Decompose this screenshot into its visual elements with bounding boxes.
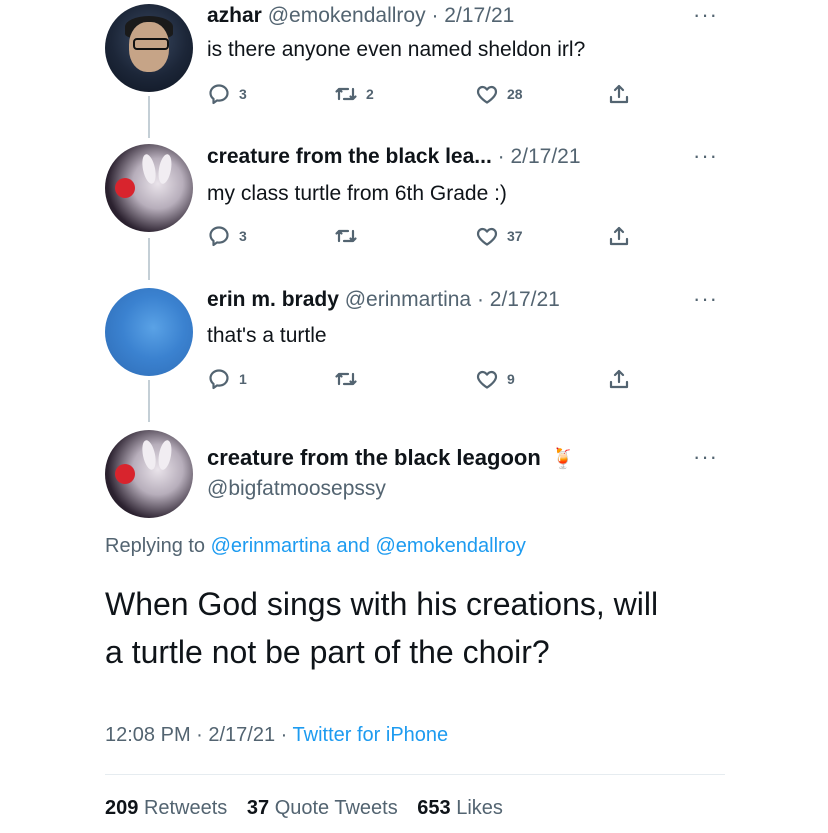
reply-count: 3 — [239, 86, 247, 102]
like-count: 28 — [507, 86, 523, 102]
tweet-stats: 209 Retweets 37 Quote Tweets 653 Likes — [105, 797, 503, 820]
tweet-actions: 3 2 28 — [207, 82, 637, 110]
like-icon — [476, 227, 498, 246]
tweet-source[interactable]: Twitter for iPhone — [293, 724, 449, 746]
likes-stat[interactable]: 653 Likes — [417, 797, 503, 819]
replying-to: Replying to @erinmartina and @emokendall… — [105, 535, 526, 558]
tweet-text: that's a turtle — [207, 324, 327, 347]
more-icon[interactable]: ··· — [693, 2, 718, 28]
tweet-date[interactable]: · 2/17/21 — [477, 288, 560, 311]
retweet-button[interactable] — [334, 224, 366, 248]
tweet-time[interactable]: 12:08 PM · 2/17/21 · — [105, 724, 287, 746]
tweet-timestamp: 12:08 PM · 2/17/21 · Twitter for iPhone — [105, 724, 448, 747]
avatar[interactable] — [105, 4, 193, 92]
main-text-line: When God sings with his creations, will — [105, 586, 659, 622]
share-button[interactable] — [607, 82, 631, 106]
reply-count: 3 — [239, 228, 247, 244]
handle[interactable]: @erinmartina — [345, 288, 471, 311]
share-icon — [609, 84, 629, 104]
divider — [105, 774, 725, 775]
tweet-text: my class turtle from 6th Grade :) — [207, 182, 507, 205]
retweet-icon — [335, 372, 357, 386]
like-icon — [476, 370, 498, 389]
display-name[interactable]: erin m. brady — [207, 288, 339, 311]
more-icon[interactable]: ··· — [693, 143, 718, 169]
avatar[interactable] — [105, 288, 193, 376]
quote-tweets-stat[interactable]: 37 Quote Tweets — [247, 797, 398, 819]
retweet-button[interactable] — [334, 367, 366, 391]
retweet-icon — [335, 87, 357, 101]
tweet-actions: 3 37 — [207, 224, 637, 252]
tweet-header: azhar @emokendallroy · 2/17/21 — [207, 4, 514, 28]
reply-icon — [209, 369, 229, 390]
retweet-icon — [335, 229, 357, 243]
like-button[interactable]: 37 — [475, 224, 523, 248]
mention-link[interactable]: @emokendallroy — [375, 535, 525, 557]
tweet-header: erin m. brady @erinmartina · 2/17/21 — [207, 288, 560, 312]
more-icon[interactable]: ··· — [693, 444, 718, 470]
share-button[interactable] — [607, 224, 631, 248]
mention-link[interactable]: @erinmartina — [211, 535, 331, 557]
tweet-header: creature from the black lea... · 2/17/21 — [207, 145, 581, 169]
retweet-count: 2 — [366, 86, 374, 102]
display-name[interactable]: creature from the black leagoon — [207, 445, 541, 470]
like-button[interactable]: 28 — [475, 82, 523, 106]
reply-button[interactable]: 1 — [207, 367, 247, 391]
tweet-date[interactable]: · 2/17/21 — [431, 4, 514, 27]
main-text-line: a turtle not be part of the choir? — [105, 634, 550, 670]
like-count: 9 — [507, 371, 515, 387]
like-button[interactable]: 9 — [475, 367, 515, 391]
reply-count: 1 — [239, 371, 247, 387]
more-icon[interactable]: ··· — [693, 286, 718, 312]
thread-line — [148, 238, 150, 280]
display-name[interactable]: azhar — [207, 4, 262, 27]
tweet-date[interactable]: · 2/17/21 — [498, 145, 581, 168]
main-tweet-text: When God sings with his creations, will … — [105, 580, 745, 676]
retweet-button[interactable]: 2 — [334, 82, 374, 106]
share-icon — [609, 226, 629, 246]
main-display-name[interactable]: creature from the black leagoon 🍹 — [207, 445, 576, 471]
reply-button[interactable]: 3 — [207, 224, 247, 248]
mention-and: and — [336, 535, 370, 557]
like-icon — [476, 85, 498, 104]
tropical-drink-emoji: 🍹 — [550, 448, 576, 470]
share-icon — [609, 369, 629, 389]
like-count: 37 — [507, 228, 523, 244]
avatar[interactable] — [105, 144, 193, 232]
display-name[interactable]: creature from the black lea... — [207, 145, 492, 168]
reply-icon — [209, 84, 229, 105]
reply-button[interactable]: 3 — [207, 82, 247, 106]
avatar[interactable] — [105, 430, 193, 518]
handle[interactable]: @bigfatmoosepssy — [207, 477, 386, 501]
tweet-actions: 1 9 — [207, 367, 637, 395]
tweet-text: is there anyone even named sheldon irl? — [207, 38, 586, 61]
handle[interactable]: @emokendallroy — [268, 4, 426, 27]
reply-icon — [209, 226, 229, 247]
retweets-stat[interactable]: 209 Retweets — [105, 797, 227, 819]
thread-line — [148, 96, 150, 138]
share-button[interactable] — [607, 367, 631, 391]
thread-line — [148, 380, 150, 422]
replying-prefix: Replying to — [105, 535, 206, 557]
